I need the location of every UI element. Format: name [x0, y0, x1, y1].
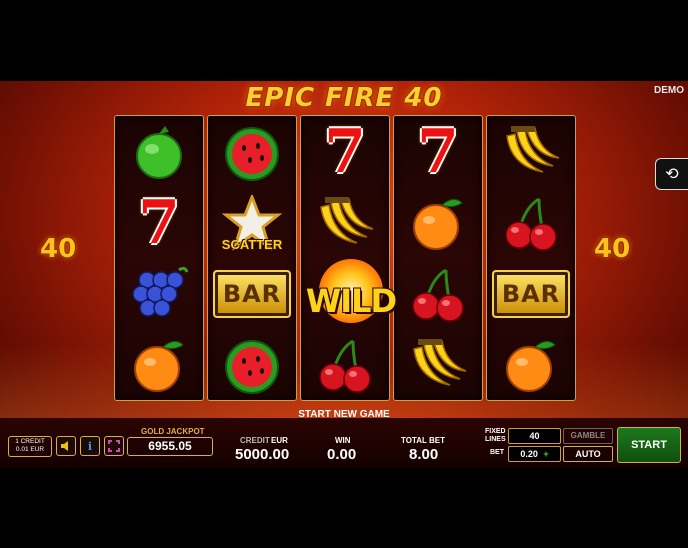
wild-label: WILD — [305, 282, 397, 320]
symbol-watermelon — [208, 329, 296, 400]
cherry-icon — [505, 197, 557, 251]
grapes-icon — [132, 266, 189, 317]
history-button[interactable]: ⟲ — [655, 158, 688, 190]
bar-icon: BAR — [213, 269, 291, 318]
symbol-orange — [115, 329, 203, 400]
total-bet-value: 8.00 — [409, 446, 439, 463]
demo-label: DEMO — [654, 85, 684, 96]
watermelon-icon — [225, 339, 279, 394]
symbol-banana — [301, 187, 389, 258]
symbol-cherry — [394, 258, 482, 329]
info-button[interactable]: i — [80, 436, 100, 456]
scatter-label: SCATTER — [221, 237, 283, 252]
symbol-bar: BAR — [487, 258, 575, 329]
symbol-cherry — [301, 329, 389, 400]
credit-denomination-button[interactable]: 1 CREDIT 0.01 EUR — [8, 436, 52, 457]
speaker-icon — [61, 441, 68, 451]
symbol-seven: 7 — [115, 187, 203, 258]
bet-selector[interactable]: 0.20 + — [508, 446, 561, 462]
symbol-banana — [487, 116, 575, 187]
auto-button[interactable]: AUTO — [563, 446, 613, 462]
gold-jackpot-value: 6955.05 — [127, 437, 213, 456]
symbol-orange — [394, 187, 482, 258]
credit-currency: EUR — [271, 436, 288, 445]
symbol-seven: 7 — [394, 116, 482, 187]
cherry-icon — [319, 339, 371, 393]
lines-badge-left: 40 — [40, 234, 77, 264]
symbol-scatter: SCATTER — [208, 187, 296, 258]
symbol-banana — [394, 329, 482, 400]
gamble-button[interactable]: GAMBLE — [563, 428, 613, 444]
credit-denomination-line1: 1 CREDIT — [15, 438, 45, 445]
reel-2: SCATTER BAR — [207, 115, 297, 401]
reel-5: BAR — [486, 115, 576, 401]
symbol-seven: 7 — [301, 116, 389, 187]
lines-badge-right: 40 — [594, 234, 631, 264]
reel-4: 7 — [393, 115, 483, 401]
reel-1: 7 — [114, 115, 204, 401]
credit-value: 5000.00 — [235, 446, 290, 463]
fixed-lines-label: FIXED LINES — [485, 428, 506, 444]
info-icon: i — [87, 439, 93, 453]
history-icon: ⟲ — [665, 166, 679, 183]
banana-icon — [413, 338, 467, 386]
symbol-watermelon — [208, 116, 296, 187]
fixed-lines-value: 40 — [508, 428, 561, 444]
reels-area: 7 SCATTER BAR 7 7 BAR WILD — [112, 115, 576, 401]
orange-icon — [134, 340, 184, 392]
gold-jackpot-label: GOLD JACKPOT — [141, 427, 205, 436]
bet-plus-icon[interactable]: + — [543, 449, 548, 459]
fullscreen-icon — [108, 440, 120, 452]
symbol-grapes — [115, 258, 203, 329]
banana-icon — [320, 196, 374, 244]
bet-label: BET — [490, 449, 504, 456]
bar-icon: BAR — [492, 269, 570, 318]
game-stage: EPIC FIRE 40 DEMO 40 40 ⟲ 7 SCATTER BAR … — [0, 81, 688, 468]
bet-value: 0.20 — [520, 449, 538, 459]
seven-icon: 7 — [138, 187, 180, 258]
win-label: WIN — [335, 436, 351, 445]
symbol-cherry — [487, 187, 575, 258]
fixed-lines-label-line1: FIXED — [485, 428, 506, 435]
banana-icon — [506, 125, 560, 173]
game-title: EPIC FIRE 40 — [245, 83, 443, 113]
credit-denomination-line2: 0.01 EUR — [15, 446, 45, 453]
total-bet-label: TOTAL BET — [401, 436, 445, 445]
seven-icon: 7 — [324, 116, 366, 187]
orange-icon — [506, 340, 556, 392]
symbol-lime — [115, 116, 203, 187]
cherry-icon — [412, 268, 464, 322]
fullscreen-button[interactable] — [104, 436, 124, 456]
orange-icon — [413, 198, 463, 250]
fixed-lines-label-line2: LINES — [485, 436, 506, 443]
seven-icon: 7 — [417, 116, 459, 187]
control-bar: 1 CREDIT 0.01 EUR i GOLD JACKPOT 6955.05… — [0, 418, 688, 468]
start-button[interactable]: START — [617, 427, 681, 463]
lime-icon — [136, 125, 182, 179]
symbol-orange — [487, 329, 575, 400]
credit-label: CREDIT — [240, 436, 270, 445]
watermelon-icon — [225, 126, 279, 181]
sound-button[interactable] — [56, 436, 76, 456]
win-value: 0.00 — [327, 446, 357, 463]
symbol-bar: BAR — [208, 258, 296, 329]
symbol-wild: WILD — [305, 257, 397, 335]
